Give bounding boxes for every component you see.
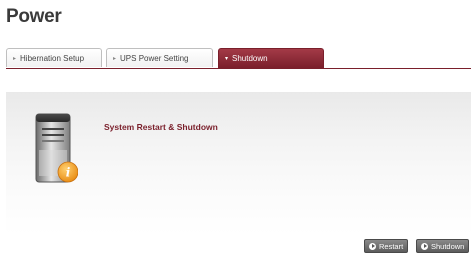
tab-label: UPS Power Setting — [120, 53, 189, 63]
arrow-right-icon: ▸ — [113, 55, 117, 62]
arrow-right-icon — [369, 242, 376, 250]
arrow-right-icon: ▸ — [13, 55, 17, 62]
tab-ups-power-setting[interactable]: ▸ UPS Power Setting — [106, 48, 213, 67]
tab-hibernation-setup[interactable]: ▸ Hibernation Setup — [6, 48, 102, 67]
server-icon: i — [34, 112, 79, 188]
tab-label: Shutdown — [232, 54, 268, 63]
svg-text:i: i — [66, 166, 71, 180]
restart-button-label: Restart — [379, 241, 404, 251]
tab-bar: ▸ Hibernation Setup ▸ UPS Power Setting … — [6, 48, 471, 68]
arrow-right-icon — [421, 242, 428, 250]
shutdown-button[interactable]: Shutdown — [416, 239, 470, 253]
tab-label: Hibernation Setup — [20, 53, 85, 63]
page-title: Power — [6, 6, 62, 27]
section-title: System Restart & Shutdown — [104, 122, 218, 132]
restart-button[interactable]: Restart — [364, 239, 409, 253]
shutdown-button-label: Shutdown — [431, 241, 465, 251]
arrow-down-icon: ▾ — [225, 56, 229, 62]
tab-shutdown[interactable]: ▾ Shutdown — [218, 48, 324, 68]
tab-underline — [6, 68, 471, 69]
info-icon: i — [57, 161, 79, 183]
